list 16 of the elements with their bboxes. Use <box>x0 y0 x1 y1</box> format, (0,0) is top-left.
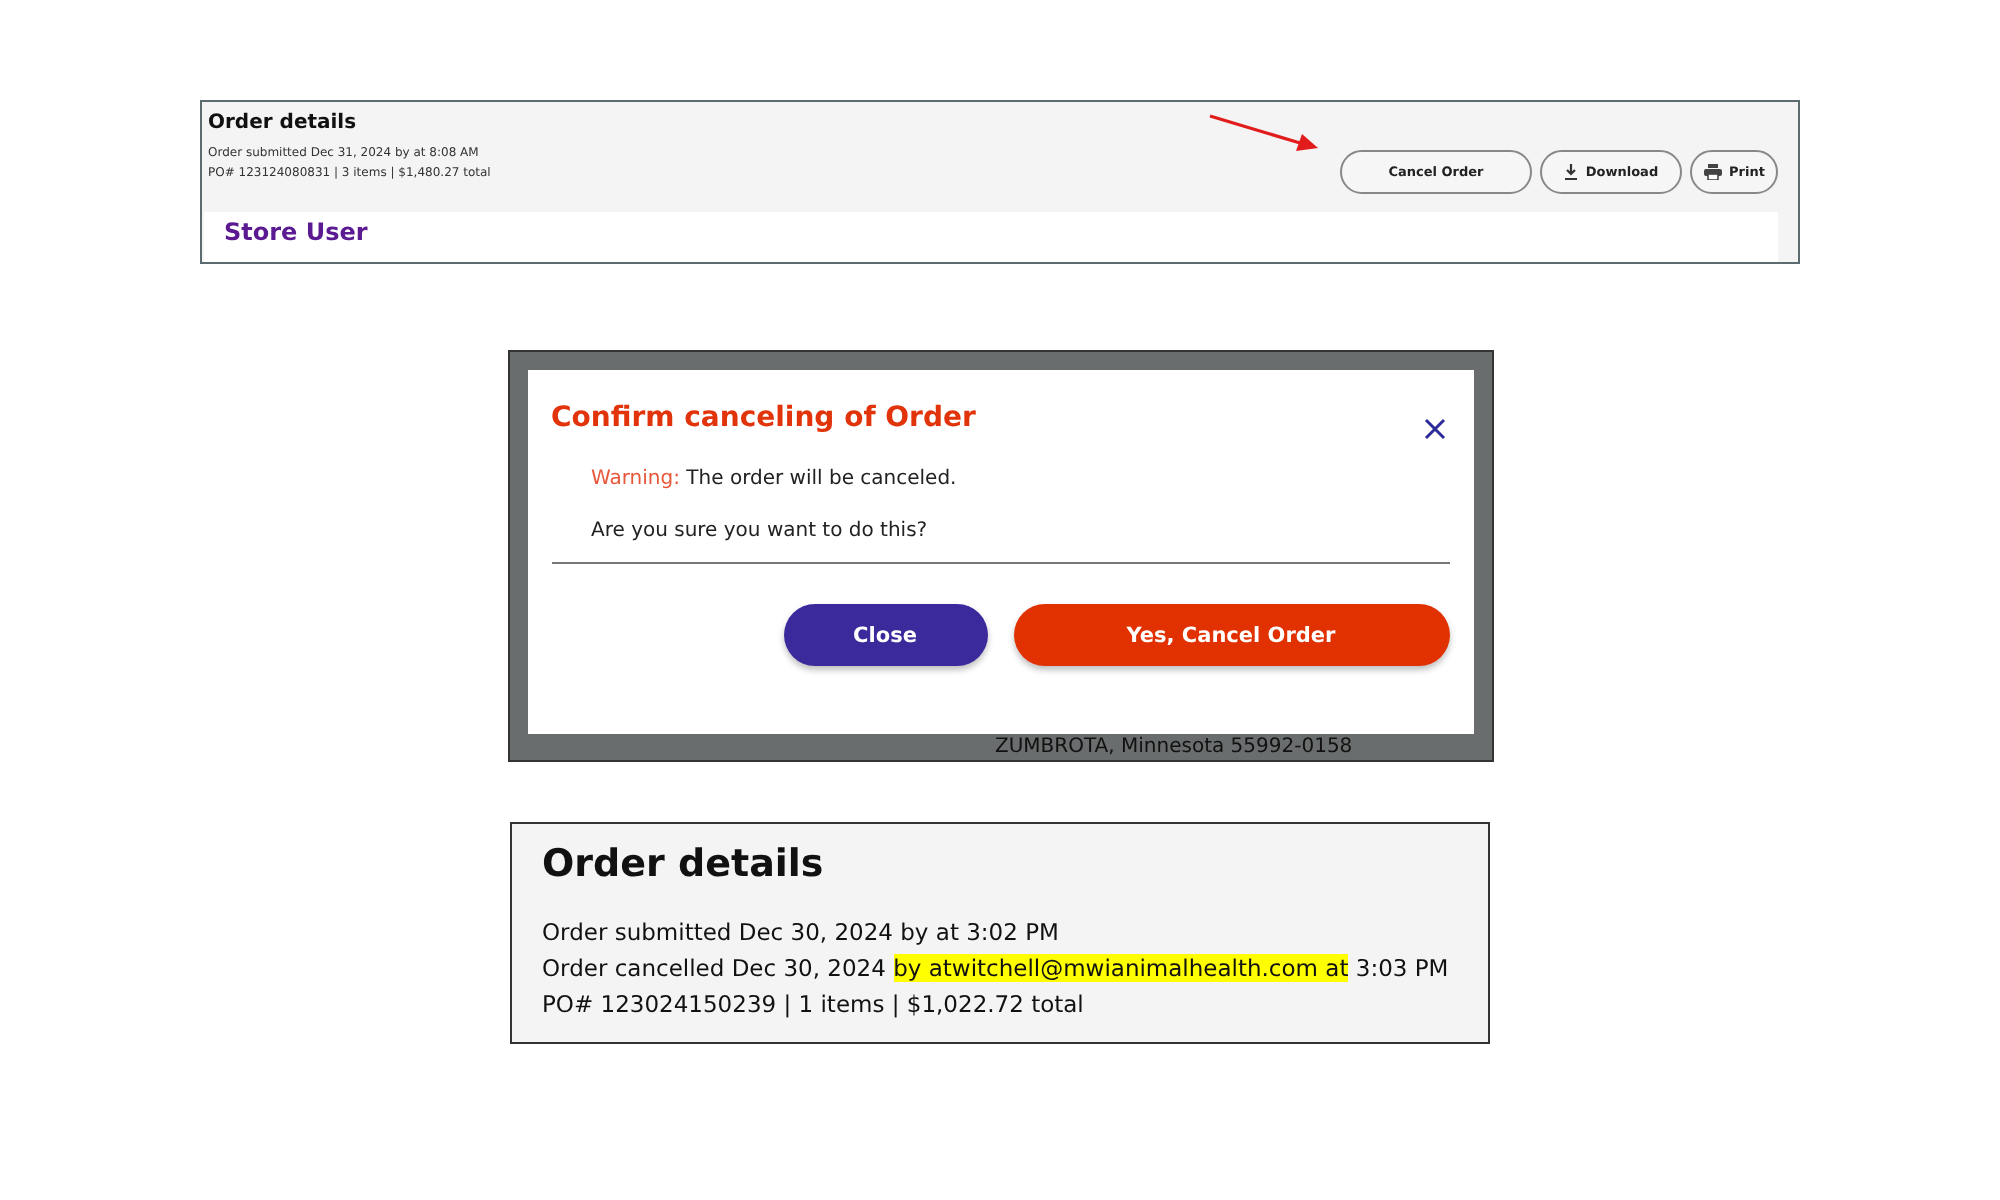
annotation-arrow <box>1208 112 1320 152</box>
order-info-text: PO# 123024150239 | 1 items | $1,022.72 total <box>542 988 1086 1022</box>
address-text: ZUMBROTA, Minnesota 55992-0158 <box>993 734 1355 760</box>
confirm-question: Are you sure you want to do this? <box>591 520 930 542</box>
download-icon <box>1563 164 1578 180</box>
printer-icon <box>1703 164 1722 180</box>
order-info-text: Order cancelled Dec 30, 2024 by atwitchell@mwianimalhealth.com at 3:03 PM <box>542 952 1451 986</box>
warning-message: Warning: The order will be canceled. <box>591 468 959 490</box>
card-title: Store User <box>224 218 370 246</box>
close-icon[interactable] <box>1423 418 1445 440</box>
dialog-title: Confirm canceling of Order <box>551 402 976 434</box>
confirm-cancel-button[interactable]: Yes, Cancel Order <box>1013 604 1449 666</box>
page-title: Order details <box>208 112 359 134</box>
page-title: Order details <box>542 842 826 886</box>
order-info-text: Order submitted Dec 30, 2024 by at 3:02 PM <box>542 916 1061 950</box>
close-button[interactable]: Close <box>783 604 987 666</box>
